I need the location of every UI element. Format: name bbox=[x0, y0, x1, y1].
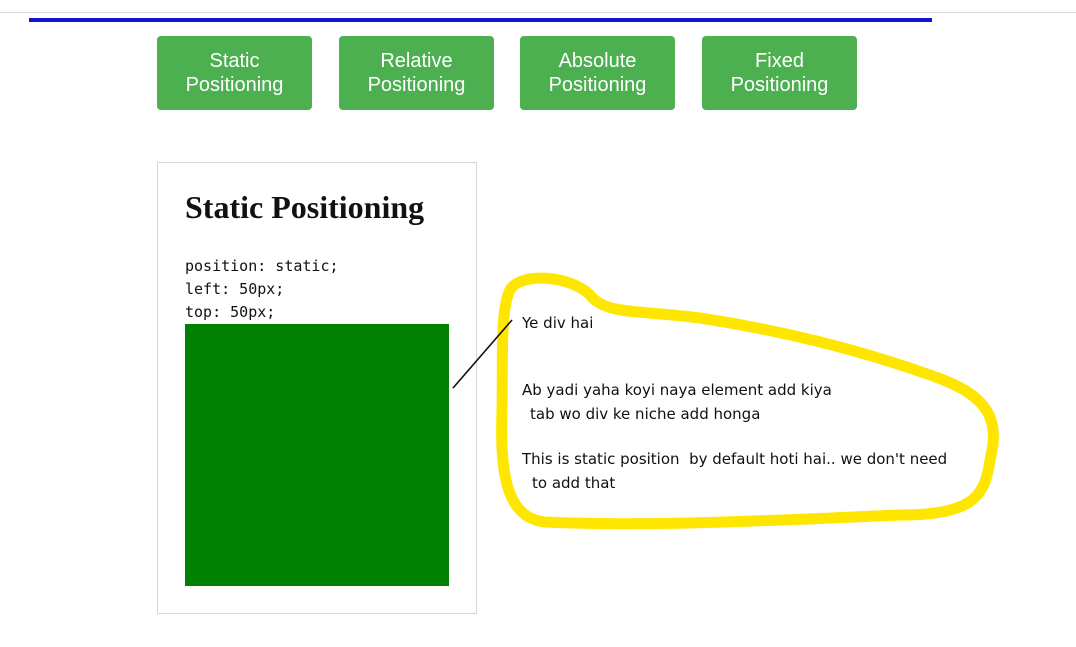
note-line-2: Ab yadi yaha koyi naya element add kiya bbox=[522, 381, 832, 399]
note-line-5: to add that bbox=[532, 474, 616, 492]
static-div-box bbox=[185, 324, 449, 586]
code-line-left: left: 50px; bbox=[185, 280, 285, 298]
relative-positioning-button[interactable]: Relative Positioning bbox=[339, 36, 494, 110]
demo-title: Static Positioning bbox=[185, 189, 425, 225]
note-ye-div-hai: Ye div hai bbox=[522, 314, 594, 332]
absolute-positioning-button[interactable]: Absolute Positioning bbox=[520, 36, 675, 110]
button-label: Static Positioning bbox=[185, 50, 284, 96]
blue-divider bbox=[29, 18, 932, 22]
demo-card: Static Positioning position: static; lef… bbox=[157, 162, 477, 614]
button-label: Absolute Positioning bbox=[548, 50, 647, 96]
note-line-3: tab wo div ke niche add honga bbox=[530, 405, 761, 423]
code-line-top: top: 50px; bbox=[185, 303, 276, 321]
static-positioning-button[interactable]: Static Positioning bbox=[157, 36, 312, 110]
button-label: Relative Positioning bbox=[367, 50, 466, 96]
note-line-4: This is static position by default hoti … bbox=[522, 450, 948, 468]
button-label: Fixed Positioning bbox=[730, 50, 829, 96]
code-line-position: position: static; bbox=[185, 257, 339, 275]
top-border-line bbox=[0, 12, 1076, 13]
fixed-positioning-button[interactable]: Fixed Positioning bbox=[702, 36, 857, 110]
